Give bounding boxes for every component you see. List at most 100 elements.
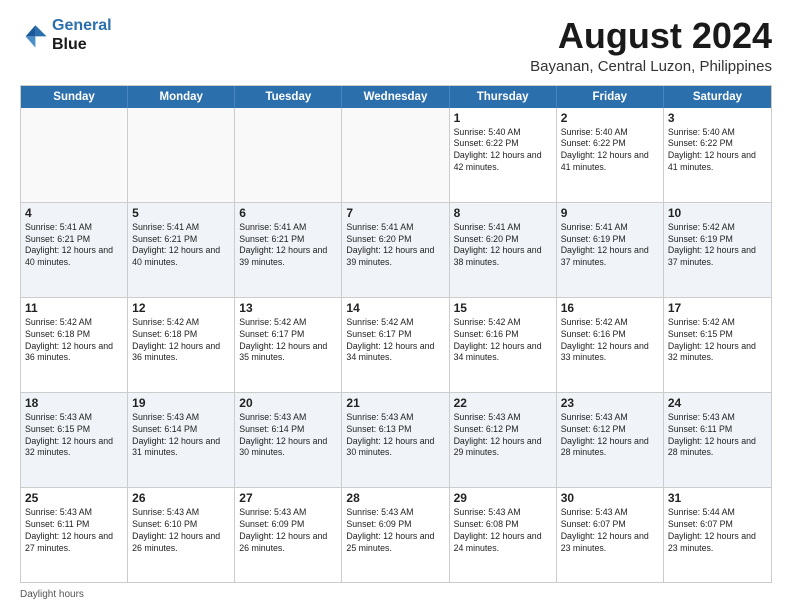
week-row-1: 1 Sunrise: 5:40 AM Sunset: 6:22 PM Daylig… xyxy=(21,108,771,203)
day-info-1: Sunrise: 5:40 AM Sunset: 6:22 PM Dayligh… xyxy=(454,127,552,175)
title-block: August 2024 Bayanan, Central Luzon, Phil… xyxy=(530,16,772,75)
header-friday: Friday xyxy=(557,86,664,108)
day-number-30: 30 xyxy=(561,491,659,505)
day-info-19: Sunrise: 5:43 AM Sunset: 6:14 PM Dayligh… xyxy=(132,412,230,460)
day-number-5: 5 xyxy=(132,206,230,220)
day-info-12: Sunrise: 5:42 AM Sunset: 6:18 PM Dayligh… xyxy=(132,317,230,365)
header-saturday: Saturday xyxy=(664,86,771,108)
day-number-17: 17 xyxy=(668,301,767,315)
day-cell-30: 30Sunrise: 5:43 AM Sunset: 6:07 PM Dayli… xyxy=(557,488,664,582)
day-info-31: Sunrise: 5:44 AM Sunset: 6:07 PM Dayligh… xyxy=(668,507,767,555)
day-info-24: Sunrise: 5:43 AM Sunset: 6:11 PM Dayligh… xyxy=(668,412,767,460)
day-cell-28: 28 Sunrise: 5:43 AM Sunset: 6:09 PM Dayli… xyxy=(342,488,449,582)
day-info-15: Sunrise: 5:42 AM Sunset: 6:16 PM Dayligh… xyxy=(454,317,552,365)
header-thursday: Thursday xyxy=(450,86,557,108)
day-info-18: Sunrise: 5:43 AM Sunset: 6:15 PM Dayligh… xyxy=(25,412,123,460)
day-number-18: 18 xyxy=(25,396,123,410)
day-number-10: 10 xyxy=(668,206,767,220)
daylight-label: Daylight hours xyxy=(20,589,84,600)
day-number-9: 9 xyxy=(561,206,659,220)
logo-text: General Blue xyxy=(52,16,112,54)
day-cell-23: 23Sunrise: 5:43 AM Sunset: 6:12 PM Dayli… xyxy=(557,393,664,487)
day-info-16: Sunrise: 5:42 AM Sunset: 6:16 PM Dayligh… xyxy=(561,317,659,365)
day-info-9: Sunrise: 5:41 AM Sunset: 6:19 PM Dayligh… xyxy=(561,222,659,270)
day-number-2: 2 xyxy=(561,111,659,125)
day-info-28: Sunrise: 5:43 AM Sunset: 6:09 PM Dayligh… xyxy=(346,507,444,555)
day-info-25: Sunrise: 5:43 AM Sunset: 6:11 PM Dayligh… xyxy=(25,507,123,555)
day-number-7: 7 xyxy=(346,206,444,220)
day-number-16: 16 xyxy=(561,301,659,315)
day-cell-11: 11 Sunrise: 5:42 AM Sunset: 6:18 PM Dayli… xyxy=(21,298,128,392)
day-info-4: Sunrise: 5:41 AM Sunset: 6:21 PM Dayligh… xyxy=(25,222,123,270)
day-info-23: Sunrise: 5:43 AM Sunset: 6:12 PM Dayligh… xyxy=(561,412,659,460)
day-info-29: Sunrise: 5:43 AM Sunset: 6:08 PM Dayligh… xyxy=(454,507,552,555)
week-row-3: 11 Sunrise: 5:42 AM Sunset: 6:18 PM Dayli… xyxy=(21,298,771,393)
day-cell-31: 31 Sunrise: 5:44 AM Sunset: 6:07 PM Dayli… xyxy=(664,488,771,582)
day-number-24: 24 xyxy=(668,396,767,410)
day-cell-27: 27Sunrise: 5:43 AM Sunset: 6:09 PM Dayli… xyxy=(235,488,342,582)
empty-cell-w0-d2 xyxy=(235,108,342,202)
day-info-13: Sunrise: 5:42 AM Sunset: 6:17 PM Dayligh… xyxy=(239,317,337,365)
day-number-14: 14 xyxy=(346,301,444,315)
header-tuesday: Tuesday xyxy=(235,86,342,108)
logo: General Blue xyxy=(20,16,112,54)
week-row-5: 25 Sunrise: 5:43 AM Sunset: 6:11 PM Dayli… xyxy=(21,488,771,582)
day-number-29: 29 xyxy=(454,491,552,505)
day-number-25: 25 xyxy=(25,491,123,505)
day-cell-1: 1 Sunrise: 5:40 AM Sunset: 6:22 PM Daylig… xyxy=(450,108,557,202)
day-number-28: 28 xyxy=(346,491,444,505)
day-number-26: 26 xyxy=(132,491,230,505)
day-cell-3: 3 Sunrise: 5:40 AM Sunset: 6:22 PM Daylig… xyxy=(664,108,771,202)
day-cell-18: 18 Sunrise: 5:43 AM Sunset: 6:15 PM Dayli… xyxy=(21,393,128,487)
day-cell-21: 21 Sunrise: 5:43 AM Sunset: 6:13 PM Dayli… xyxy=(342,393,449,487)
day-cell-16: 16 Sunrise: 5:42 AM Sunset: 6:16 PM Dayli… xyxy=(557,298,664,392)
page-subtitle: Bayanan, Central Luzon, Philippines xyxy=(530,58,772,75)
header-sunday: Sunday xyxy=(21,86,128,108)
day-number-3: 3 xyxy=(668,111,767,125)
day-cell-15: 15Sunrise: 5:42 AM Sunset: 6:16 PM Dayli… xyxy=(450,298,557,392)
header-monday: Monday xyxy=(128,86,235,108)
day-cell-17: 17 Sunrise: 5:42 AM Sunset: 6:15 PM Dayli… xyxy=(664,298,771,392)
calendar-body: 1 Sunrise: 5:40 AM Sunset: 6:22 PM Daylig… xyxy=(21,108,771,582)
day-cell-20: 20Sunrise: 5:43 AM Sunset: 6:14 PM Dayli… xyxy=(235,393,342,487)
day-info-8: Sunrise: 5:41 AM Sunset: 6:20 PM Dayligh… xyxy=(454,222,552,270)
day-info-21: Sunrise: 5:43 AM Sunset: 6:13 PM Dayligh… xyxy=(346,412,444,460)
day-cell-26: 26 Sunrise: 5:43 AM Sunset: 6:10 PM Dayli… xyxy=(128,488,235,582)
day-cell-6: 6 Sunrise: 5:41 AM Sunset: 6:21 PM Daylig… xyxy=(235,203,342,297)
day-number-12: 12 xyxy=(132,301,230,315)
day-cell-24: 24 Sunrise: 5:43 AM Sunset: 6:11 PM Dayli… xyxy=(664,393,771,487)
day-info-22: Sunrise: 5:43 AM Sunset: 6:12 PM Dayligh… xyxy=(454,412,552,460)
day-number-19: 19 xyxy=(132,396,230,410)
day-info-3: Sunrise: 5:40 AM Sunset: 6:22 PM Dayligh… xyxy=(668,127,767,175)
header: General Blue August 2024 Bayanan, Centra… xyxy=(20,16,772,75)
day-number-11: 11 xyxy=(25,301,123,315)
day-info-14: Sunrise: 5:42 AM Sunset: 6:17 PM Dayligh… xyxy=(346,317,444,365)
day-cell-12: 12 Sunrise: 5:42 AM Sunset: 6:18 PM Dayli… xyxy=(128,298,235,392)
day-number-20: 20 xyxy=(239,396,337,410)
day-cell-7: 7Sunrise: 5:41 AM Sunset: 6:20 PM Daylig… xyxy=(342,203,449,297)
day-number-1: 1 xyxy=(454,111,552,125)
day-info-6: Sunrise: 5:41 AM Sunset: 6:21 PM Dayligh… xyxy=(239,222,337,270)
day-info-26: Sunrise: 5:43 AM Sunset: 6:10 PM Dayligh… xyxy=(132,507,230,555)
day-number-21: 21 xyxy=(346,396,444,410)
page-title: August 2024 xyxy=(530,16,772,56)
day-cell-2: 2Sunrise: 5:40 AM Sunset: 6:22 PM Daylig… xyxy=(557,108,664,202)
day-number-6: 6 xyxy=(239,206,337,220)
day-cell-22: 22Sunrise: 5:43 AM Sunset: 6:12 PM Dayli… xyxy=(450,393,557,487)
day-cell-5: 5Sunrise: 5:41 AM Sunset: 6:21 PM Daylig… xyxy=(128,203,235,297)
week-row-4: 18 Sunrise: 5:43 AM Sunset: 6:15 PM Dayli… xyxy=(21,393,771,488)
day-cell-25: 25 Sunrise: 5:43 AM Sunset: 6:11 PM Dayli… xyxy=(21,488,128,582)
day-info-27: Sunrise: 5:43 AM Sunset: 6:09 PM Dayligh… xyxy=(239,507,337,555)
day-number-8: 8 xyxy=(454,206,552,220)
day-cell-8: 8 Sunrise: 5:41 AM Sunset: 6:20 PM Daylig… xyxy=(450,203,557,297)
day-info-11: Sunrise: 5:42 AM Sunset: 6:18 PM Dayligh… xyxy=(25,317,123,365)
logo-icon xyxy=(20,21,48,49)
day-number-31: 31 xyxy=(668,491,767,505)
empty-cell-w0-d0 xyxy=(21,108,128,202)
day-cell-13: 13Sunrise: 5:42 AM Sunset: 6:17 PM Dayli… xyxy=(235,298,342,392)
day-info-17: Sunrise: 5:42 AM Sunset: 6:15 PM Dayligh… xyxy=(668,317,767,365)
day-info-10: Sunrise: 5:42 AM Sunset: 6:19 PM Dayligh… xyxy=(668,222,767,270)
footer: Daylight hours xyxy=(20,589,772,600)
calendar: SundayMondayTuesdayWednesdayThursdayFrid… xyxy=(20,85,772,583)
page: General Blue August 2024 Bayanan, Centra… xyxy=(0,0,792,612)
